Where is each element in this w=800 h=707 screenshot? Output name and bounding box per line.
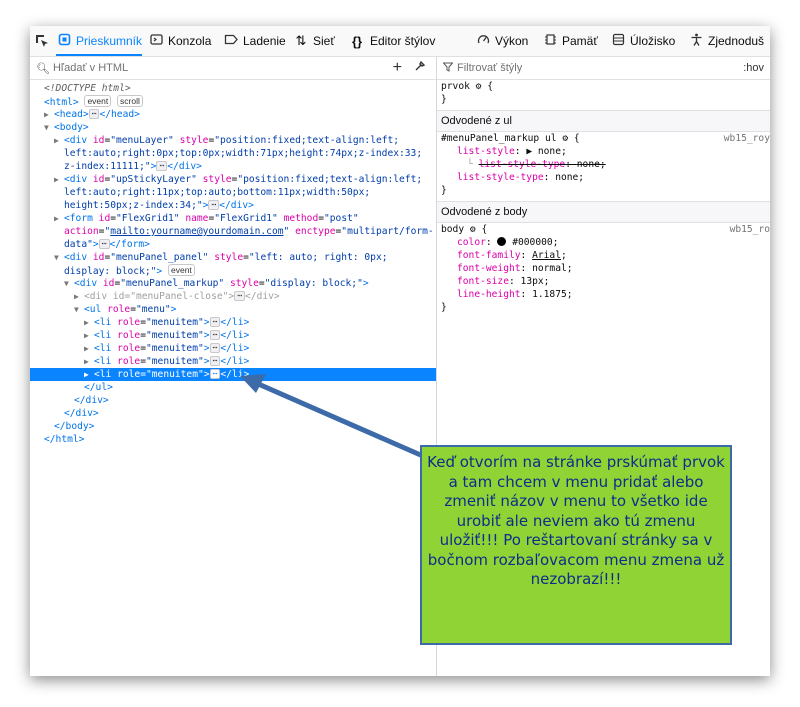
annotation-callout: Keď otvorím na stránke prskúmať prvok a … — [420, 445, 732, 645]
callout-text: Keď otvorím na stránke prskúmať prvok a … — [427, 453, 725, 588]
